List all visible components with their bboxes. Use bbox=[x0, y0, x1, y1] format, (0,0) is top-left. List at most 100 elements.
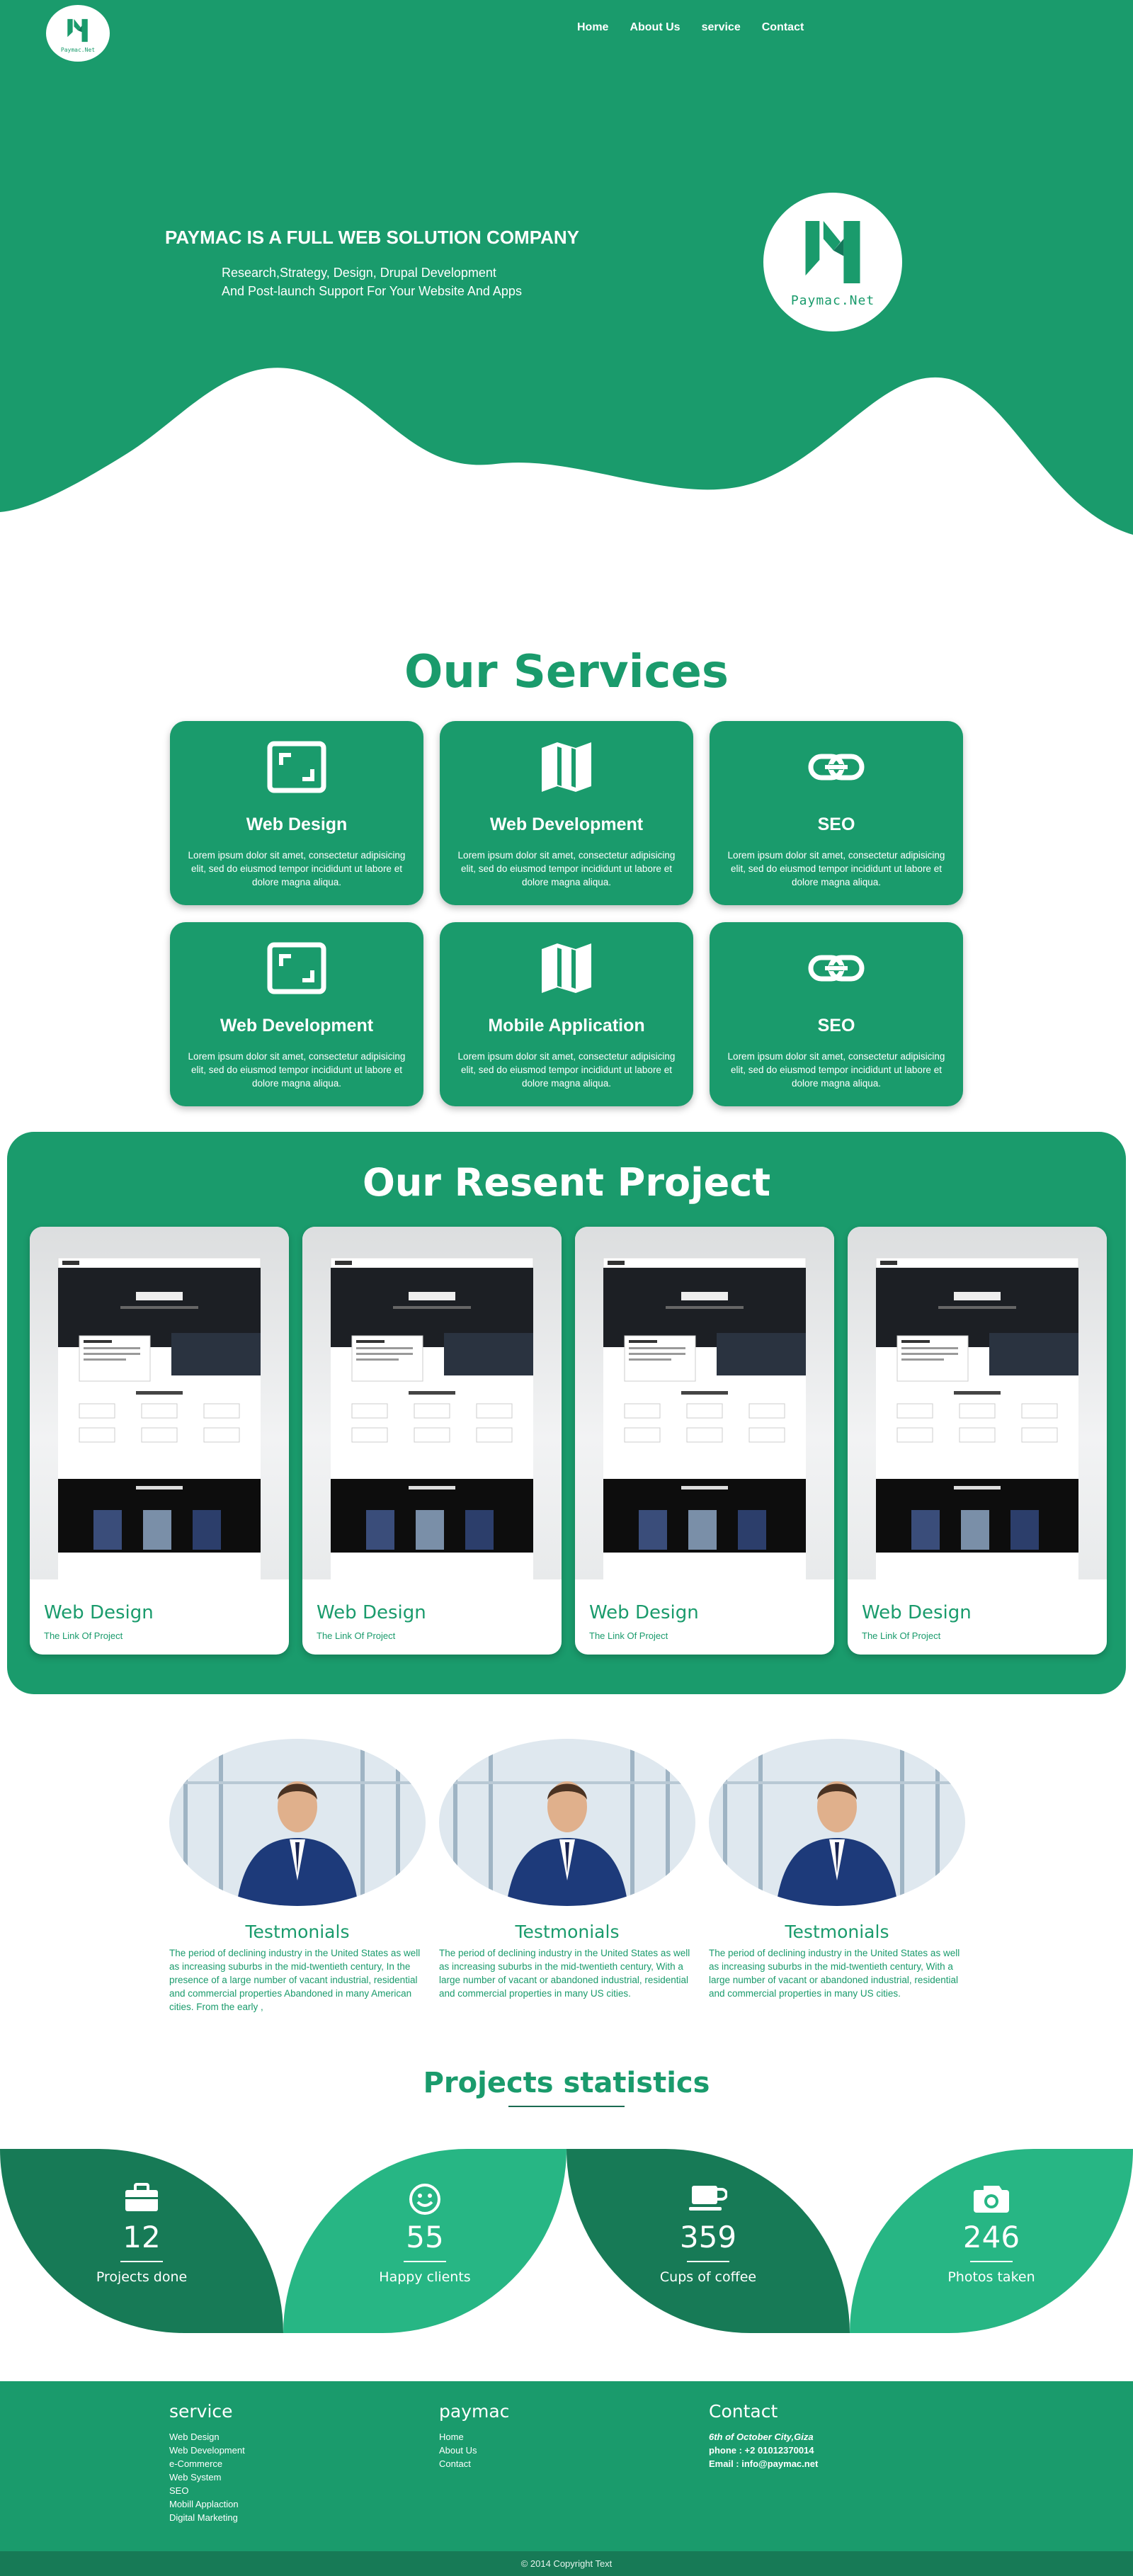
hero-wave-background bbox=[0, 0, 1133, 535]
service-title: Mobile Application bbox=[488, 1016, 645, 1035]
nav-service[interactable]: service bbox=[702, 21, 741, 34]
service-card-mobile-application[interactable]: Mobile Application Lorem ipsum dolor sit… bbox=[440, 922, 693, 1106]
stats-title: Projects statistics bbox=[423, 2067, 710, 2099]
footer-link-seo[interactable]: SEO bbox=[169, 2484, 245, 2497]
project-screenshot bbox=[302, 1227, 562, 1581]
project-screenshot bbox=[575, 1227, 834, 1581]
header-logo[interactable]: Paymac.Net bbox=[46, 5, 110, 62]
service-title: Web Development bbox=[489, 815, 644, 834]
link-icon bbox=[710, 741, 963, 793]
footer-email: Email : info@paymac.net bbox=[709, 2458, 819, 2469]
stat-photos-taken: 246 Photos taken bbox=[850, 2149, 1133, 2333]
stats-title-underline bbox=[508, 2106, 625, 2107]
testimonial-photo bbox=[709, 1739, 965, 1906]
hero-subtitle-line-1: Research,Strategy, Design, Drupal Develo… bbox=[222, 266, 496, 280]
service-text: Lorem ipsum dolor sit amet, consectetur … bbox=[188, 850, 406, 887]
nav-home[interactable]: Home bbox=[577, 21, 608, 34]
testimonial-card: Testmonials The period of declining indu… bbox=[709, 1739, 965, 2000]
testimonial-text: The period of declining industry in the … bbox=[439, 1948, 690, 1999]
footer-contact-title: Contact bbox=[709, 2401, 778, 2422]
copyright-bar: © 2014 Copyright Text bbox=[0, 2551, 1133, 2576]
project-link[interactable]: The Link Of Project bbox=[317, 1630, 395, 1641]
project-title: Web Design bbox=[862, 1602, 972, 1623]
footer-link-mobile-application[interactable]: Mobill Applaction bbox=[169, 2497, 245, 2511]
service-text: Lorem ipsum dolor sit amet, consectetur … bbox=[457, 1051, 676, 1089]
footer-contact-column: Contact 6th of October City,Giza phone :… bbox=[709, 2401, 818, 2470]
hero-section: Paymac.Net Home About Us service Contact… bbox=[0, 0, 1133, 567]
camera-icon bbox=[850, 2183, 1133, 2214]
project-link[interactable]: The Link Of Project bbox=[862, 1630, 940, 1641]
coffee-cup-icon bbox=[566, 2183, 850, 2213]
hero-title: PAYMAC IS A FULL WEB SOLUTION COMPANY bbox=[165, 227, 580, 248]
service-card-web-design[interactable]: Web Design Lorem ipsum dolor sit amet, c… bbox=[170, 721, 423, 905]
stat-divider bbox=[404, 2261, 446, 2262]
project-card[interactable]: Web Design The Link Of Project bbox=[575, 1227, 834, 1655]
service-card-seo[interactable]: SEO Lorem ipsum dolor sit amet, consecte… bbox=[710, 721, 963, 905]
service-card-web-development[interactable]: Web Development Lorem ipsum dolor sit am… bbox=[440, 721, 693, 905]
logo-text: Paymac.Net bbox=[790, 293, 875, 308]
services-title: Our Services bbox=[404, 646, 729, 698]
stat-divider bbox=[970, 2261, 1013, 2262]
stat-number: 55 bbox=[406, 2220, 444, 2254]
smile-icon bbox=[283, 2183, 566, 2215]
footer-link-home[interactable]: Home bbox=[439, 2430, 509, 2444]
footer-link-web-design[interactable]: Web Design bbox=[169, 2430, 245, 2444]
footer-address: 6th of October City,Giza bbox=[709, 2432, 814, 2442]
project-screenshot bbox=[30, 1227, 289, 1581]
projects-section: Our Resent Project Web Design The Link O… bbox=[7, 1132, 1126, 1694]
service-title: SEO bbox=[817, 1016, 855, 1035]
stat-divider bbox=[687, 2261, 729, 2262]
stat-projects-done: 12 Projects done bbox=[0, 2149, 283, 2333]
projects-title: Our Resent Project bbox=[362, 1160, 771, 1205]
paymac-logo-mark bbox=[67, 18, 88, 42]
project-title: Web Design bbox=[44, 1602, 154, 1623]
service-text: Lorem ipsum dolor sit amet, consectetur … bbox=[727, 850, 945, 887]
stat-cups-of-coffee: 359 Cups of coffee bbox=[566, 2149, 850, 2333]
testimonial-title: Testmonials bbox=[785, 1922, 889, 1942]
service-card-seo-2[interactable]: SEO Lorem ipsum dolor sit amet, consecte… bbox=[710, 922, 963, 1106]
nav-about-us[interactable]: About Us bbox=[630, 21, 680, 34]
testimonial-title: Testmonials bbox=[515, 1922, 620, 1942]
testimonial-photo bbox=[439, 1739, 695, 1906]
frame-icon bbox=[170, 741, 423, 793]
testimonial-card: Testmonials The period of declining indu… bbox=[439, 1739, 695, 2000]
footer-link-about-us[interactable]: About Us bbox=[439, 2444, 509, 2457]
stat-label: Cups of coffee bbox=[659, 2269, 757, 2285]
testimonial-text: The period of declining industry in the … bbox=[169, 1948, 421, 2012]
footer-link-web-system[interactable]: Web System bbox=[169, 2470, 245, 2484]
project-screenshot bbox=[848, 1227, 1107, 1581]
service-card-web-development-2[interactable]: Web Development Lorem ipsum dolor sit am… bbox=[170, 922, 423, 1106]
project-card[interactable]: Web Design The Link Of Project bbox=[30, 1227, 289, 1655]
stat-label: Projects done bbox=[96, 2269, 188, 2285]
map-icon bbox=[440, 942, 693, 994]
testimonial-text: The period of declining industry in the … bbox=[709, 1948, 960, 1999]
project-card[interactable]: Web Design The Link Of Project bbox=[848, 1227, 1107, 1655]
footer-service-column: service Web Design Web Development e-Com… bbox=[169, 2401, 245, 2524]
page: Paymac.Net Home About Us service Contact… bbox=[0, 0, 1133, 2576]
paymac-logo-mark bbox=[805, 220, 860, 283]
testimonial-photo bbox=[169, 1739, 426, 1906]
service-text: Lorem ipsum dolor sit amet, consectetur … bbox=[727, 1051, 945, 1089]
footer-link-e-commerce[interactable]: e-Commerce bbox=[169, 2457, 245, 2470]
project-card[interactable]: Web Design The Link Of Project bbox=[302, 1227, 562, 1655]
testimonial-card: Testmonials The period of declining indu… bbox=[169, 1739, 426, 2014]
footer-service-title: service bbox=[169, 2401, 233, 2422]
map-icon bbox=[440, 741, 693, 793]
testimonial-title: Testmonials bbox=[245, 1922, 350, 1942]
stat-happy-clients: 55 Happy clients bbox=[283, 2149, 566, 2333]
project-link[interactable]: The Link Of Project bbox=[44, 1630, 123, 1641]
service-title: Web Development bbox=[220, 1016, 374, 1035]
footer-link-contact[interactable]: Contact bbox=[439, 2457, 509, 2470]
footer-paymac-title: paymac bbox=[439, 2401, 510, 2422]
footer-phone: phone : +2 01012370014 bbox=[709, 2445, 814, 2456]
service-text: Lorem ipsum dolor sit amet, consectetur … bbox=[188, 1051, 406, 1089]
footer-link-web-development[interactable]: Web Development bbox=[169, 2444, 245, 2457]
stat-divider bbox=[120, 2261, 163, 2262]
project-title: Web Design bbox=[317, 1602, 426, 1623]
footer-link-digital-marketing[interactable]: Digital Marketing bbox=[169, 2511, 245, 2524]
stat-label: Photos taken bbox=[947, 2269, 1035, 2285]
service-title: SEO bbox=[817, 815, 855, 834]
logo-text: Paymac.Net bbox=[60, 46, 96, 53]
project-link[interactable]: The Link Of Project bbox=[589, 1630, 668, 1641]
nav-contact[interactable]: Contact bbox=[762, 21, 804, 34]
